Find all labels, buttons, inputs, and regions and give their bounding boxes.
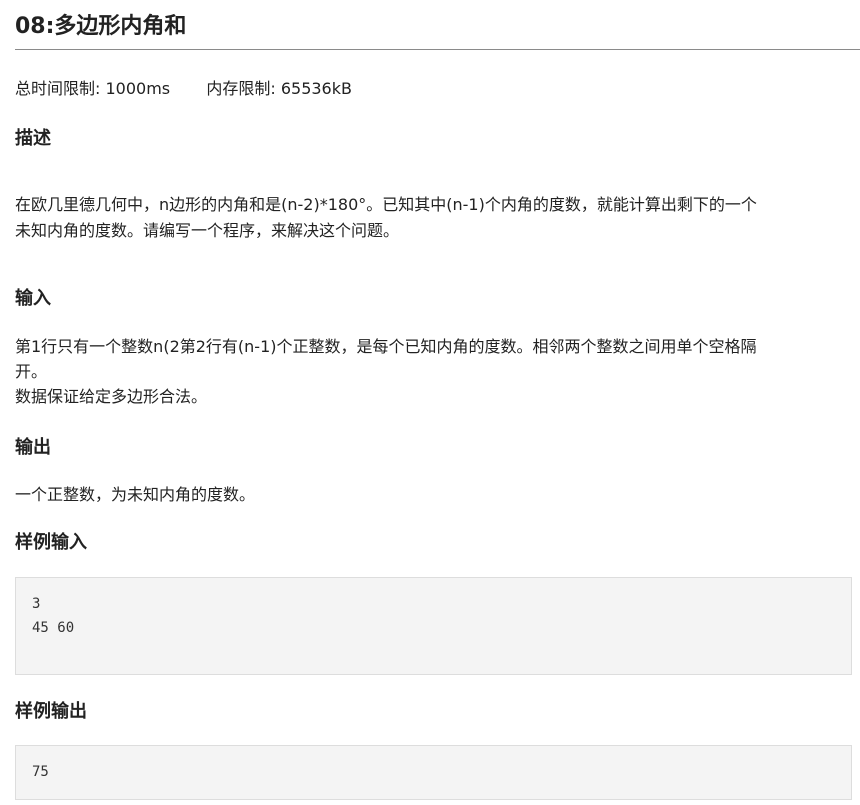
problem-page: 08:多边形内角和 总时间限制: 1000ms 内存限制: 65536kB 描述…	[0, 0, 860, 805]
limits-line: 总时间限制: 1000ms 内存限制: 65536kB	[15, 77, 352, 101]
title-divider	[15, 49, 860, 50]
input-line-2: 开。	[15, 362, 48, 381]
page-title: 08:多边形内角和	[15, 14, 187, 39]
input-text: 第1行只有一个整数n(2第2行有(n-1)个正整数，是每个已知内角的度数。相邻两…	[15, 334, 757, 409]
input-line-1: 第1行只有一个整数n(2第2行有(n-1)个正整数，是每个已知内角的度数。相邻两…	[15, 337, 757, 356]
description-heading: 描述	[15, 128, 51, 149]
output-text: 一个正整数，为未知内角的度数。	[15, 482, 255, 508]
description-text: 在欧几里德几何中，n边形的内角和是(n-2)*180°。已知其中(n-1)个内角…	[15, 192, 757, 244]
output-heading: 输出	[15, 437, 51, 458]
sample-output-block: 75	[15, 745, 852, 800]
sample-output-content: 75	[32, 764, 49, 780]
memory-limit-label: 内存限制:	[206, 79, 276, 98]
memory-limit-value: 65536kB	[280, 79, 352, 98]
sample-input-heading: 样例输入	[15, 532, 87, 553]
input-line-3: 数据保证给定多边形合法。	[15, 387, 208, 406]
input-heading: 输入	[15, 288, 51, 309]
output-line-1: 一个正整数，为未知内角的度数。	[15, 485, 256, 504]
description-line-1: 在欧几里德几何中，n边形的内角和是(n-2)*180°。已知其中(n-1)个内角…	[15, 195, 757, 214]
sample-input-content: 3 45 60	[32, 596, 75, 636]
sample-input-block: 3 45 60	[15, 577, 852, 675]
description-line-2: 未知内角的度数。请编写一个程序，来解决这个问题。	[15, 221, 400, 240]
time-limit-value: 1000ms	[105, 79, 171, 98]
sample-output-heading: 样例输出	[15, 701, 87, 722]
time-limit-label: 总时间限制:	[15, 79, 101, 98]
